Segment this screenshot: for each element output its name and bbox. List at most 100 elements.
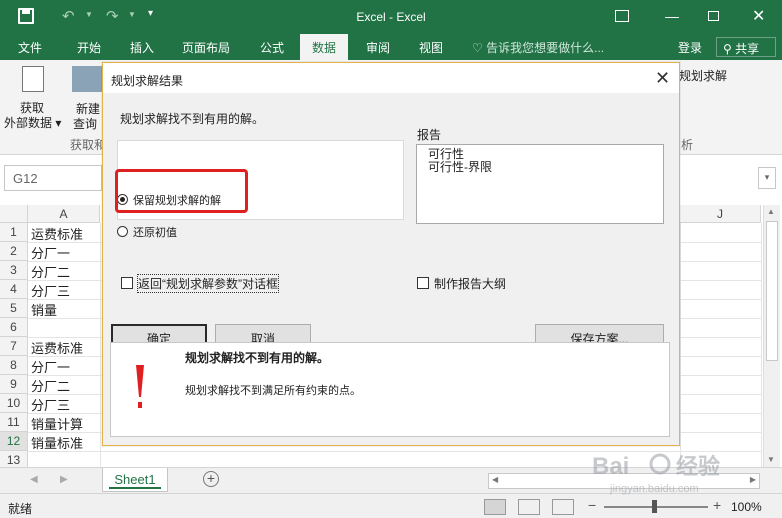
scroll-down-icon[interactable]: ▼ (767, 455, 775, 464)
tab-formulas[interactable]: 公式 (260, 39, 284, 56)
warning-exclamation-icon (136, 365, 144, 408)
highlight-box (115, 169, 248, 213)
svg-text:Bai: Bai (592, 453, 629, 480)
row-header[interactable]: 10 (0, 394, 28, 413)
solver-button[interactable]: 规划求解 (679, 67, 727, 84)
cell-a2[interactable]: 分厂一 (31, 242, 70, 261)
dialog-header: 规划求解结果 ✕ (103, 63, 679, 93)
scroll-left-icon[interactable]: ◀ (492, 475, 498, 484)
tell-me-text: 告诉我您想要做什么... (486, 41, 605, 55)
outline-reports-label[interactable]: 制作报告大纲 (434, 275, 506, 292)
zoom-slider-thumb[interactable] (652, 500, 657, 513)
login-link[interactable]: 登录 (678, 39, 702, 56)
cell-a11[interactable]: 销量计算 (31, 413, 83, 432)
get-external-data-label-2[interactable]: 外部数据 ▾ (4, 114, 61, 131)
solver-results-dialog: 规划求解结果 ✕ 规划求解找不到有用的解。 保留规划求解的解 还原初值 返回“规… (102, 62, 680, 446)
lightbulb-icon: ♡ (472, 41, 483, 55)
tell-me-search[interactable]: ♡ 告诉我您想要做什么... (472, 39, 604, 56)
row-header[interactable]: 7 (0, 337, 28, 356)
column-header-a[interactable]: A (28, 205, 100, 223)
new-query-label-2[interactable]: 查询 (73, 115, 97, 132)
dialog-close-icon[interactable]: ✕ (655, 68, 670, 89)
cell-a12[interactable]: 销量标准 (31, 432, 83, 451)
restore-original-label[interactable]: 还原初值 (133, 224, 177, 240)
column-header-j[interactable]: J (680, 205, 761, 223)
status-bar: 就绪 − + 100% (0, 493, 782, 518)
dialog-body: 规划求解找不到有用的解。 保留规划求解的解 还原初值 返回“规划求解参数”对话框… (103, 93, 679, 445)
name-box[interactable]: G12 (4, 165, 102, 191)
cell-a7[interactable]: 运费标准 (31, 337, 83, 356)
cell-a3[interactable]: 分厂二 (31, 261, 70, 280)
result-info-panel: 规划求解找不到有用的解。 规划求解找不到满足所有约束的点。 (110, 342, 670, 437)
page-break-view-icon[interactable] (552, 499, 574, 515)
info-title: 规划求解找不到有用的解。 (185, 351, 330, 365)
row-header[interactable]: 2 (0, 242, 28, 261)
row-header[interactable]: 3 (0, 261, 28, 280)
reports-label: 报告 (417, 128, 442, 142)
sheet-tab-sheet1[interactable]: Sheet1 (102, 468, 168, 492)
row-header[interactable]: 4 (0, 280, 28, 299)
baidu-jingyan-watermark: Bai 经验 jingyan.baidu.com (592, 453, 720, 495)
get-transform-group-label: 获取和 (70, 138, 107, 152)
cell-a1[interactable]: 运费标准 (31, 223, 83, 242)
return-to-params-label[interactable]: 返回“规划求解参数”对话框 (137, 274, 279, 293)
new-query-icon[interactable] (72, 66, 102, 92)
report-item[interactable]: 可行性-界限 (428, 158, 492, 175)
tab-review[interactable]: 审阅 (366, 39, 390, 56)
external-data-icon[interactable] (22, 66, 44, 92)
scroll-thumb[interactable] (766, 221, 778, 361)
person-icon: ⚲ (723, 42, 732, 56)
zoom-out-icon[interactable]: − (588, 497, 596, 513)
reports-list[interactable]: 可行性 可行性-界限 (416, 144, 664, 224)
restore-original-radio[interactable] (117, 226, 128, 237)
prev-sheet-icon[interactable]: ◀ (30, 474, 38, 485)
cell-a9[interactable]: 分厂二 (31, 375, 70, 394)
row-header[interactable]: 5 (0, 299, 28, 318)
row-header[interactable]: 1 (0, 223, 28, 242)
row-header[interactable]: 8 (0, 356, 28, 375)
return-to-params-checkbox[interactable] (121, 277, 133, 289)
next-sheet-icon[interactable]: ▶ (60, 474, 68, 485)
menu-bar: 文件 开始 插入 页面布局 公式 数据 审阅 视图 ♡ 告诉我您想要做什么...… (0, 34, 782, 60)
ribbon-display-options-icon[interactable] (615, 10, 629, 22)
cell-a10[interactable]: 分厂三 (31, 394, 70, 413)
formula-expand-icon[interactable]: ▾ (758, 167, 776, 189)
share-label: 共享 (735, 42, 760, 56)
vertical-scrollbar[interactable]: ▲ ▼ (763, 205, 780, 467)
cell-a8[interactable]: 分厂一 (31, 356, 70, 375)
cell-a4[interactable]: 分厂三 (31, 280, 70, 299)
add-sheet-icon[interactable]: + (203, 471, 219, 487)
row-header-selected[interactable]: 12 (0, 432, 28, 451)
tab-insert[interactable]: 插入 (130, 39, 154, 56)
page-layout-view-icon[interactable] (518, 499, 540, 515)
select-all-corner[interactable] (0, 205, 28, 223)
solver-message: 规划求解找不到有用的解。 (120, 112, 265, 126)
analysis-group-label: 析 (681, 138, 694, 152)
grid-line (761, 223, 762, 467)
row-header[interactable]: 6 (0, 318, 28, 337)
svg-text:经验: 经验 (676, 454, 720, 480)
outline-reports-checkbox[interactable] (417, 277, 429, 289)
tab-file[interactable]: 文件 (18, 39, 42, 56)
tab-data[interactable]: 数据 (300, 34, 349, 60)
zoom-level[interactable]: 100% (731, 500, 762, 514)
close-window-icon[interactable]: ✕ (752, 6, 765, 26)
minimize-icon[interactable]: — (665, 8, 679, 24)
grid-line (680, 223, 681, 467)
row-header[interactable]: 11 (0, 413, 28, 432)
scroll-up-icon[interactable]: ▲ (767, 207, 775, 216)
share-button[interactable]: ⚲ 共享 (716, 37, 776, 57)
info-text: 规划求解找不到满足所有约束的点。 (185, 385, 361, 397)
zoom-in-icon[interactable]: + (713, 497, 721, 513)
dialog-title: 规划求解结果 (111, 74, 184, 88)
grid-line (100, 223, 101, 467)
normal-view-icon[interactable] (484, 499, 506, 515)
tab-home[interactable]: 开始 (77, 39, 101, 56)
tab-page-layout[interactable]: 页面布局 (182, 39, 230, 56)
maximize-icon[interactable] (708, 11, 719, 21)
svg-text:jingyan.baidu.com: jingyan.baidu.com (609, 483, 699, 495)
tab-view[interactable]: 视图 (419, 39, 443, 56)
row-header[interactable]: 9 (0, 375, 28, 394)
cell-a5[interactable]: 销量 (31, 299, 57, 318)
title-bar: ↶ ▼ ↷ ▼ ▾ Excel - Excel — ✕ (0, 0, 782, 34)
